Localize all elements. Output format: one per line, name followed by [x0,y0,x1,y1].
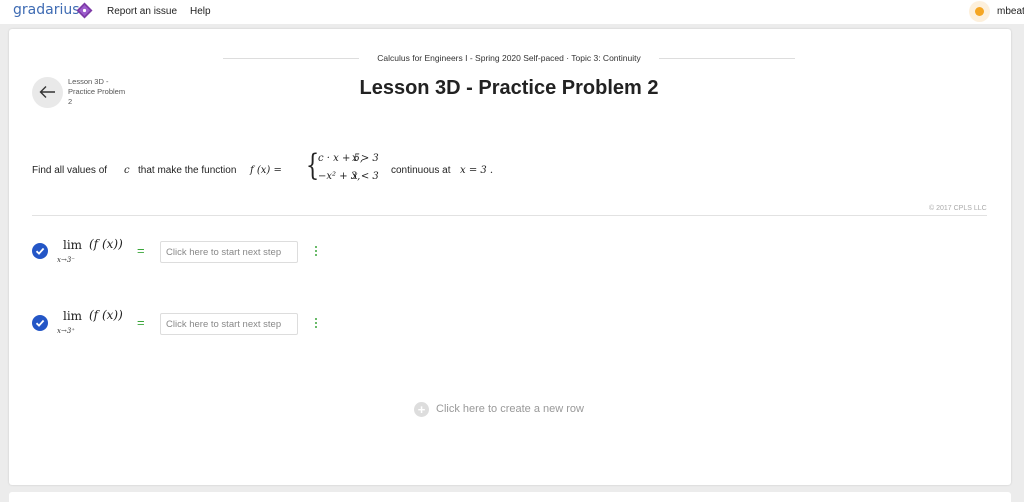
problem-statement: Find all values of c that make the funct… [32,147,932,191]
function-name: f (x) = [250,165,282,176]
check-icon [32,243,48,259]
step-menu-icon[interactable] [314,318,318,330]
limit-operator: lim [63,309,83,323]
next-step-input[interactable]: Click here to start next step [160,313,298,335]
step-menu-icon[interactable] [314,246,318,258]
case-2-condition: x < 3 [352,171,379,182]
app-logo[interactable]: gradarius [13,2,80,18]
case-1-condition: x > 3 [352,153,379,164]
equals-sign: = [137,243,145,258]
problem-point: x = 3 . [460,165,494,176]
back-button[interactable] [32,77,63,108]
limit-subscript: x→3⁺ [57,327,75,335]
report-issue-link[interactable]: Report an issue [107,6,177,17]
plus-icon: + [414,402,429,417]
problem-suffix: continuous at [391,165,451,176]
create-row-label: Click here to create a new row [436,403,584,415]
breadcrumb: Calculus for Engineers I - Spring 2020 S… [377,53,641,63]
limit-subscript: x→3⁻ [57,256,75,264]
problem-prefix: Find all values of [32,165,108,176]
lesson-card: Calculus for Engineers I - Spring 2020 S… [9,29,1011,485]
top-bar: gradarius Report an issue Help mbeat [0,0,1024,24]
notification-icon[interactable] [969,1,990,22]
next-card [9,492,1011,502]
problem-variable: c [124,165,130,176]
problem-mid: that make the function [138,165,237,176]
next-step-input[interactable]: Click here to start next step [160,241,298,263]
arrow-left-icon [39,86,55,98]
equals-sign: = [137,315,145,330]
limit-operator: lim [63,238,83,252]
copyright: © 2017 CPLS LLC [929,205,987,212]
limit-expression: (f (x)) [89,308,123,322]
page-title: Lesson 3D - Practice Problem 2 [359,77,659,99]
user-menu[interactable]: mbeat [997,6,1024,17]
divider [32,215,987,216]
help-link[interactable]: Help [190,6,211,17]
logo-icon [76,2,93,19]
limit-expression: (f (x)) [89,237,123,251]
back-label: Lesson 3D - Practice Problem 2 [68,77,126,106]
check-icon [32,315,48,331]
